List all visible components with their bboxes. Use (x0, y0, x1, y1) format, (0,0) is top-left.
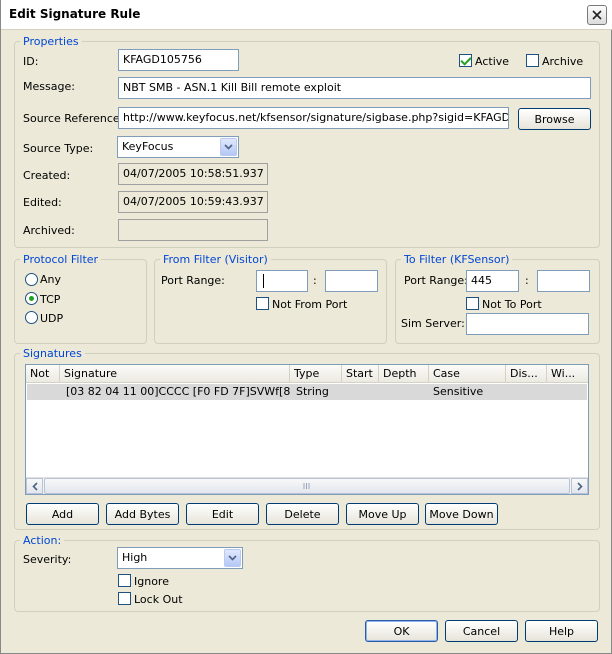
from-filter-legend: From Filter (Visitor) (163, 253, 268, 266)
window-title: Edit Signature Rule (9, 7, 141, 21)
id-field[interactable]: KFAGD105756 (118, 49, 239, 71)
close-button[interactable] (587, 5, 607, 25)
edited-field: 04/07/2005 10:59:43.937 (118, 191, 268, 213)
active-label: Active (475, 55, 510, 68)
add-button[interactable]: Add (26, 503, 99, 525)
not-to-port-label: Not To Port (482, 298, 542, 311)
signatures-legend: Signatures (23, 347, 82, 360)
row-case-cell: Sensitive (433, 385, 484, 398)
active-checkbox[interactable] (459, 54, 472, 67)
archived-field (118, 219, 268, 241)
close-icon (592, 10, 602, 20)
horizontal-scrollbar[interactable] (26, 477, 588, 494)
grip-icon (303, 483, 310, 489)
id-label: ID: (23, 55, 39, 68)
to-port-end-field[interactable] (537, 270, 590, 292)
title-bar: Edit Signature Rule (1, 0, 612, 30)
from-port-end-field[interactable] (325, 270, 378, 292)
move-down-button[interactable]: Move Down (425, 503, 498, 525)
add-bytes-button[interactable]: Add Bytes (106, 503, 179, 525)
browse-button[interactable]: Browse (518, 108, 591, 130)
help-button[interactable]: Help (525, 620, 598, 642)
protocol-udp-label: UDP (40, 312, 64, 325)
protocol-udp-radio[interactable] (25, 311, 38, 324)
chevron-right-icon (576, 481, 583, 491)
ignore-label: Ignore (134, 575, 169, 588)
to-port-range-label: Port Range: (404, 274, 468, 287)
cancel-button[interactable]: Cancel (445, 620, 518, 642)
severity-value: High (122, 551, 148, 564)
sim-server-field[interactable] (466, 313, 589, 335)
message-label: Message: (23, 80, 75, 93)
created-label: Created: (23, 169, 71, 182)
source-type-select[interactable]: KeyFocus (117, 136, 239, 158)
protocol-any-label: Any (40, 273, 62, 286)
archived-label: Archived: (23, 224, 75, 237)
not-from-port-checkbox[interactable] (256, 297, 269, 310)
signatures-list-header: Not Signature Type Start Depth Case Dis.… (26, 365, 588, 383)
protocol-filter-legend: Protocol Filter (23, 253, 99, 266)
chevron-down-icon (228, 555, 237, 561)
message-field[interactable]: NBT SMB - ASN.1 Kill Bill remote exploit (118, 77, 591, 99)
ignore-checkbox[interactable] (118, 574, 131, 587)
to-port-start-field[interactable]: 445 (466, 270, 519, 292)
edited-label: Edited: (23, 196, 62, 209)
column-depth[interactable]: Depth (379, 365, 429, 383)
text-cursor (263, 274, 264, 288)
severity-label: Severity: (23, 553, 72, 566)
source-type-label: Source Type: (23, 142, 94, 155)
scroll-left-button[interactable] (26, 478, 43, 494)
move-up-button[interactable]: Move Up (346, 503, 419, 525)
from-filter-group: From Filter (Visitor) (154, 253, 387, 344)
severity-select[interactable]: High (117, 547, 243, 569)
protocol-any-radio[interactable] (25, 273, 38, 286)
source-reference-label: Source Reference: (23, 112, 124, 125)
column-case[interactable]: Case (429, 365, 506, 383)
edit-button[interactable]: Edit (186, 503, 259, 525)
column-start[interactable]: Start (342, 365, 379, 383)
chevron-down-icon (224, 144, 233, 150)
created-field: 04/07/2005 10:58:51.937 (118, 163, 268, 185)
scroll-right-button[interactable] (571, 478, 588, 494)
action-group: Action: (14, 534, 600, 612)
lock-out-label: Lock Out (134, 593, 183, 606)
severity-dropdown-button[interactable] (224, 549, 241, 567)
row-signature-cell: [03 82 04 11 00]CCCC [F0 FD 7F]SVWf[81..… (66, 385, 290, 398)
column-signature[interactable]: Signature (60, 365, 290, 383)
lock-out-checkbox[interactable] (118, 592, 131, 605)
source-type-value: KeyFocus (122, 140, 174, 153)
column-not[interactable]: Not (26, 365, 60, 383)
protocol-tcp-label: TCP (40, 293, 61, 306)
archive-checkbox[interactable] (526, 54, 539, 67)
table-row[interactable]: [03 82 04 11 00]CCCC [F0 FD 7F]SVWf[81..… (27, 384, 587, 400)
to-port-separator: : (525, 274, 529, 287)
scroll-thumb[interactable] (44, 478, 570, 494)
sim-server-label: Sim Server: (401, 317, 465, 330)
signatures-list[interactable]: Not Signature Type Start Depth Case Dis.… (25, 364, 589, 495)
protocol-tcp-radio[interactable] (25, 292, 38, 305)
properties-legend: Properties (23, 35, 79, 48)
chevron-left-icon (31, 481, 38, 491)
properties-group: Properties (14, 35, 600, 248)
source-type-dropdown-button[interactable] (220, 138, 237, 156)
delete-button[interactable]: Delete (266, 503, 339, 525)
not-to-port-checkbox[interactable] (466, 297, 479, 310)
row-type-cell: String (296, 385, 329, 398)
from-port-separator: : (313, 274, 317, 287)
from-port-range-label: Port Range: (161, 274, 225, 287)
edit-signature-rule-dialog: Edit Signature Rule Properties ID: KFAGD… (0, 0, 612, 654)
source-reference-field[interactable]: http://www.keyfocus.net/kfsensor/signatu… (118, 107, 509, 129)
ok-button[interactable]: OK (365, 620, 438, 642)
to-filter-legend: To Filter (KFSensor) (404, 253, 510, 266)
not-from-port-label: Not From Port (272, 298, 348, 311)
column-dis[interactable]: Dis... (506, 365, 547, 383)
column-type[interactable]: Type (290, 365, 342, 383)
action-legend: Action: (23, 534, 62, 547)
column-wi[interactable]: Wi... (547, 365, 588, 383)
archive-label: Archive (542, 55, 584, 68)
